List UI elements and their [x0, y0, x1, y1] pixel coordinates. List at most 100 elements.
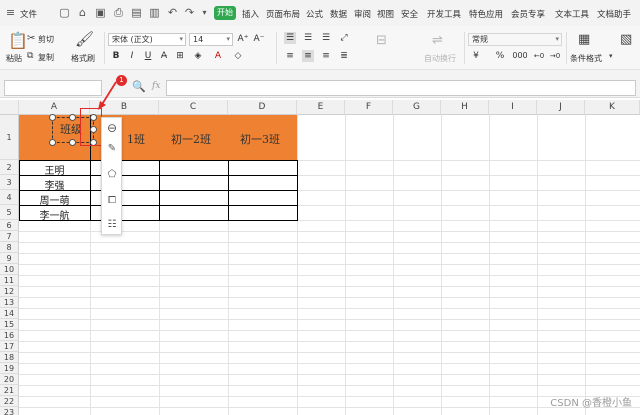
tab-developer[interactable]: 开发工具	[427, 8, 461, 20]
row-header[interactable]: 20	[0, 374, 19, 385]
tab-text-tools[interactable]: 文本工具	[555, 8, 589, 20]
tab-formula[interactable]: 公式	[306, 8, 323, 20]
distributed-align-icon[interactable]: ≣	[338, 50, 350, 62]
column-header-g[interactable]: G	[393, 100, 441, 115]
row-header[interactable]: 12	[0, 286, 19, 297]
new-doc-icon[interactable]: ▢	[58, 6, 71, 19]
row-header[interactable]: 15	[0, 319, 19, 330]
fill-color-icon[interactable]: ◈	[192, 50, 204, 62]
percent-icon[interactable]: %	[494, 50, 506, 62]
formula-input[interactable]	[166, 80, 636, 96]
row-header[interactable]: 7	[0, 231, 19, 242]
wrap-layout-icon[interactable]: ☷	[105, 218, 119, 232]
hamburger-menu-icon[interactable]: ≡	[4, 6, 17, 19]
column-header-d[interactable]: D	[228, 100, 297, 115]
row-header[interactable]: 8	[0, 242, 19, 253]
row-header[interactable]: 3	[0, 175, 19, 190]
row-header[interactable]: 23	[0, 407, 19, 415]
strikethrough-icon[interactable]: A̶	[158, 50, 170, 62]
collapse-icon[interactable]: ⊖	[105, 121, 119, 135]
chevron-down-icon[interactable]: ▾	[609, 52, 613, 60]
copy-icon[interactable]: ⧉	[27, 51, 33, 61]
resize-handle[interactable]	[49, 139, 56, 146]
align-middle-icon[interactable]: ☰	[302, 32, 314, 44]
save-icon[interactable]: ▣	[94, 6, 107, 19]
undo-icon[interactable]: ↶	[166, 6, 179, 19]
open-folder-icon[interactable]: ⌂	[76, 6, 89, 19]
resize-handle[interactable]	[69, 139, 76, 146]
redo-icon[interactable]: ↷	[183, 6, 196, 19]
cell-c1[interactable]: 初一2班	[171, 131, 211, 147]
cut-label[interactable]: 剪切	[38, 34, 54, 45]
currency-icon[interactable]: ¥	[470, 50, 482, 62]
clear-format-icon[interactable]: ◇	[232, 50, 244, 62]
tab-doc-assistant[interactable]: 文档助手	[597, 8, 631, 20]
print-icon[interactable]: ⎙	[112, 6, 125, 19]
format-painter-icon[interactable]: 🖌	[75, 30, 94, 48]
increase-decimal-icon[interactable]: ←0	[532, 50, 546, 62]
row-header[interactable]: 13	[0, 297, 19, 308]
column-header-c[interactable]: C	[159, 100, 228, 115]
row-header[interactable]: 5	[0, 205, 19, 220]
thousands-icon[interactable]: 000	[512, 50, 528, 62]
conditional-format-label[interactable]: 条件格式	[570, 53, 602, 64]
tab-member[interactable]: 会员专享	[511, 8, 545, 20]
outline-icon[interactable]: ⧠	[105, 194, 119, 208]
row-header[interactable]: 2	[0, 160, 19, 175]
tab-home[interactable]: 开始	[214, 6, 236, 20]
row-header[interactable]: 11	[0, 275, 19, 286]
row-header[interactable]: 17	[0, 341, 19, 352]
column-header-k[interactable]: K	[585, 100, 640, 115]
font-size-select[interactable]: 14 ▾	[189, 33, 233, 46]
select-all-corner[interactable]	[0, 100, 19, 115]
tab-view[interactable]: 视图	[377, 8, 394, 20]
tab-security[interactable]: 安全	[401, 8, 418, 20]
row-header[interactable]: 6	[0, 220, 19, 231]
row-header[interactable]: 21	[0, 385, 19, 396]
row-header[interactable]: 1	[0, 115, 19, 160]
column-header-e[interactable]: E	[297, 100, 345, 115]
tab-insert[interactable]: 插入	[242, 8, 259, 20]
merge-center-icon[interactable]: ⊟	[376, 33, 387, 48]
copy-label[interactable]: 复制	[38, 52, 54, 63]
column-header-j[interactable]: J	[537, 100, 585, 115]
bold-icon[interactable]: B	[110, 50, 122, 62]
fill-bucket-icon[interactable]: ⬠	[105, 168, 119, 182]
paste-label[interactable]: 粘贴	[6, 53, 22, 64]
orientation-icon[interactable]: ⤢	[338, 32, 350, 44]
row-header[interactable]: 14	[0, 308, 19, 319]
align-top-icon[interactable]: ☰	[284, 32, 296, 44]
row-header[interactable]: 19	[0, 363, 19, 374]
align-left-icon[interactable]: ≡	[284, 50, 296, 62]
decrease-font-icon[interactable]: A⁻	[253, 33, 265, 45]
row-header[interactable]: 4	[0, 190, 19, 205]
column-header-i[interactable]: I	[489, 100, 537, 115]
row-header[interactable]: 22	[0, 396, 19, 407]
paste-icon[interactable]: 📋	[8, 31, 28, 50]
resize-handle[interactable]	[69, 114, 76, 121]
spreadsheet-grid[interactable]: A B C D E F G H I J K 1 2 3 4 5 6 7 8 9 …	[0, 100, 640, 415]
underline-icon[interactable]: U	[142, 50, 154, 62]
tab-data[interactable]: 数据	[330, 8, 347, 20]
fx-icon[interactable]: fx	[152, 81, 160, 91]
column-header-f[interactable]: F	[345, 100, 393, 115]
format-painter-label[interactable]: 格式刷	[71, 53, 95, 64]
cut-icon[interactable]: ✂	[27, 33, 35, 44]
align-right-icon[interactable]: ≡	[320, 50, 332, 62]
resize-handle[interactable]	[49, 114, 56, 121]
cell-style-icon[interactable]: ▧	[620, 32, 632, 47]
italic-icon[interactable]: I	[126, 50, 138, 62]
name-box[interactable]	[4, 80, 102, 96]
row-header[interactable]: 18	[0, 352, 19, 363]
quick-access-more-icon[interactable]: ▾	[198, 6, 211, 19]
font-color-icon[interactable]: A	[212, 50, 224, 62]
border-icon[interactable]: ⊞	[174, 50, 186, 62]
align-center-icon[interactable]: ≡	[302, 50, 314, 62]
zoom-icon[interactable]: 🔍	[132, 80, 146, 93]
row-header[interactable]: 16	[0, 330, 19, 341]
print-preview-icon[interactable]: ▤	[130, 6, 143, 19]
font-name-select[interactable]: 宋体 (正文) ▾	[108, 33, 186, 46]
decrease-decimal-icon[interactable]: →0	[548, 50, 562, 62]
increase-font-icon[interactable]: A⁺	[237, 33, 249, 45]
cell-d1[interactable]: 初一3班	[240, 131, 280, 147]
